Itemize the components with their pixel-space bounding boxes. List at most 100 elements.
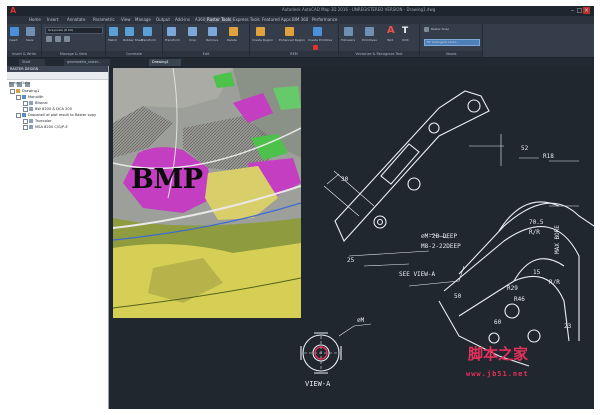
maximize-button[interactable]: □ [576, 7, 583, 14]
dim-label: ∅M [357, 317, 365, 324]
tree-node-label: Monolith [28, 95, 44, 99]
curved-body [458, 202, 594, 275]
record-icon[interactable] [313, 45, 318, 50]
panel-title: REM [250, 51, 338, 57]
dim-label: 25 [347, 257, 355, 264]
dim-label: 70.5 [529, 219, 544, 226]
doc-tab-start[interactable]: Start [19, 59, 45, 66]
raster-design-panel: RASTER DESIGN Image Data Drawing1 Monoli… [7, 66, 109, 409]
window-title: Autodesk AutoCAD Map 3D 2016 - UNREGISTE… [282, 7, 436, 12]
window-controls: – □ × [569, 7, 591, 14]
panel-correlate: Match Rubber Sheet Transform Correlate [106, 24, 163, 57]
image-icon [29, 125, 33, 129]
panel-insert-write: Insert Save Insert & Write [7, 24, 42, 57]
image-tree: Drawing1 Monolith Bitonal BW 8200 & DCA … [7, 86, 108, 130]
expand-icon[interactable] [23, 106, 28, 112]
expand-icon[interactable] [23, 124, 28, 130]
autocad-logo-icon[interactable]: A [10, 7, 19, 15]
tab-output[interactable]: Output [154, 17, 172, 23]
crop-icon[interactable] [188, 27, 197, 36]
followers-icon[interactable] [344, 27, 353, 36]
remove-icon[interactable] [208, 27, 217, 36]
bolt-hole [373, 215, 387, 229]
insert-button-label: Insert [9, 38, 18, 42]
tab-performance[interactable]: Performance [310, 17, 339, 23]
doc-tab-geomodels[interactable]: geomodels_raster... [64, 59, 110, 66]
pan-icon[interactable] [55, 36, 61, 42]
tab-express-tools[interactable]: Express Tools [231, 17, 262, 23]
snap-mode-dropdown[interactable]: PT Intelligent Centr... [424, 39, 480, 46]
panel-title: Edit [163, 51, 249, 57]
expand-icon[interactable] [23, 100, 28, 106]
insert-image-icon[interactable] [10, 27, 19, 36]
dim-label: 15 [533, 269, 541, 276]
minimize-button[interactable]: – [569, 7, 576, 14]
bolt-hole [376, 218, 384, 226]
expand-icon[interactable] [16, 94, 21, 100]
primitives-icon[interactable] [365, 27, 374, 36]
create-region-icon[interactable] [256, 27, 265, 36]
tab-manage[interactable]: Manage [133, 17, 153, 23]
text-icon[interactable]: A [387, 26, 395, 36]
raster-snap-icon[interactable] [424, 27, 429, 32]
ocr-label: OCR [402, 38, 409, 42]
primitives-label: Primitives [362, 38, 377, 42]
close-button[interactable]: × [583, 7, 590, 14]
tree-node[interactable]: MSA 8200 C/G/P-E [7, 124, 108, 130]
dim-label: ∅M-2B DEEP [421, 233, 458, 240]
ribbon-tab-bar: Home Insert Annotate Parametric View Man… [7, 16, 594, 24]
document-tab-bar: Start geomodels_raster... Drawing1 [7, 58, 594, 66]
dimension-line [323, 170, 375, 217]
enhanced-region-label: Enhanced Region [279, 38, 306, 42]
transform-edit-icon[interactable] [167, 27, 176, 36]
panel-title: Vectorize & Recognize Text [339, 51, 419, 57]
dim-label: M8-2-22DEEP [421, 243, 461, 250]
center-line [304, 336, 338, 370]
view-caption: VIEW-A [305, 380, 331, 388]
raster-snap-label: Raster Snap [431, 27, 450, 31]
save-image-icon[interactable] [26, 27, 35, 36]
match-icon[interactable] [109, 27, 118, 36]
panel-edit: Transform Crop Remove Delete Edit [163, 24, 250, 57]
image-group-icon [22, 113, 26, 117]
image-icon [29, 107, 33, 111]
bolt-hole [488, 332, 500, 344]
remove-label: Remove [206, 38, 219, 42]
panel-title: Manage & View [42, 51, 105, 57]
transform-icon[interactable] [143, 27, 152, 36]
tab-view[interactable]: View [119, 17, 133, 23]
panel-vtools: Raster Snap PT Intelligent Centr... Vtoo… [420, 24, 483, 57]
tab-insert[interactable]: Insert [45, 17, 60, 23]
rubber-sheet-icon[interactable] [125, 27, 134, 36]
quick-access-toolbar[interactable] [23, 8, 53, 23]
enhanced-region-icon[interactable] [285, 27, 294, 36]
transform-edit-label: Transform [165, 38, 180, 42]
tab-bim-360[interactable]: BIM 360 [290, 17, 310, 23]
dim-label: R29 [507, 285, 518, 292]
tab-raster-tools[interactable]: Raster Tools [205, 17, 234, 23]
tab-parametric[interactable]: Parametric [91, 17, 117, 23]
layer-icon[interactable] [64, 36, 70, 42]
delete-icon[interactable] [229, 27, 238, 36]
tab-annotate[interactable]: Annotate [65, 17, 87, 23]
save-button-label: Save [26, 38, 34, 42]
tab-featured-apps[interactable]: Featured Apps [260, 17, 293, 23]
tree-node-label: Drawing1 [22, 89, 40, 93]
transform-button-label: Transform [141, 38, 156, 42]
zoom-icon[interactable] [46, 36, 52, 42]
dimension-line [549, 160, 579, 207]
dim-label: 23 [564, 323, 572, 330]
expand-icon[interactable] [10, 88, 15, 94]
doc-tab-drawing1[interactable]: Drawing1 [149, 59, 181, 66]
create-primitive-icon[interactable] [313, 27, 322, 36]
tab-add-ins[interactable]: Add-ins [173, 17, 192, 23]
dim-label: R/R [529, 229, 540, 236]
dimension-line [348, 250, 430, 267]
tab-home[interactable]: Home [27, 17, 43, 23]
tree-node-label: Truecolor [35, 119, 52, 123]
image-mode-dropdown[interactable]: Grayscale (8 bit) [45, 27, 103, 34]
expand-icon[interactable] [16, 112, 21, 118]
expand-icon[interactable] [23, 118, 28, 124]
dim-label: 50 [454, 293, 462, 300]
ocr-icon[interactable]: T [402, 27, 408, 36]
